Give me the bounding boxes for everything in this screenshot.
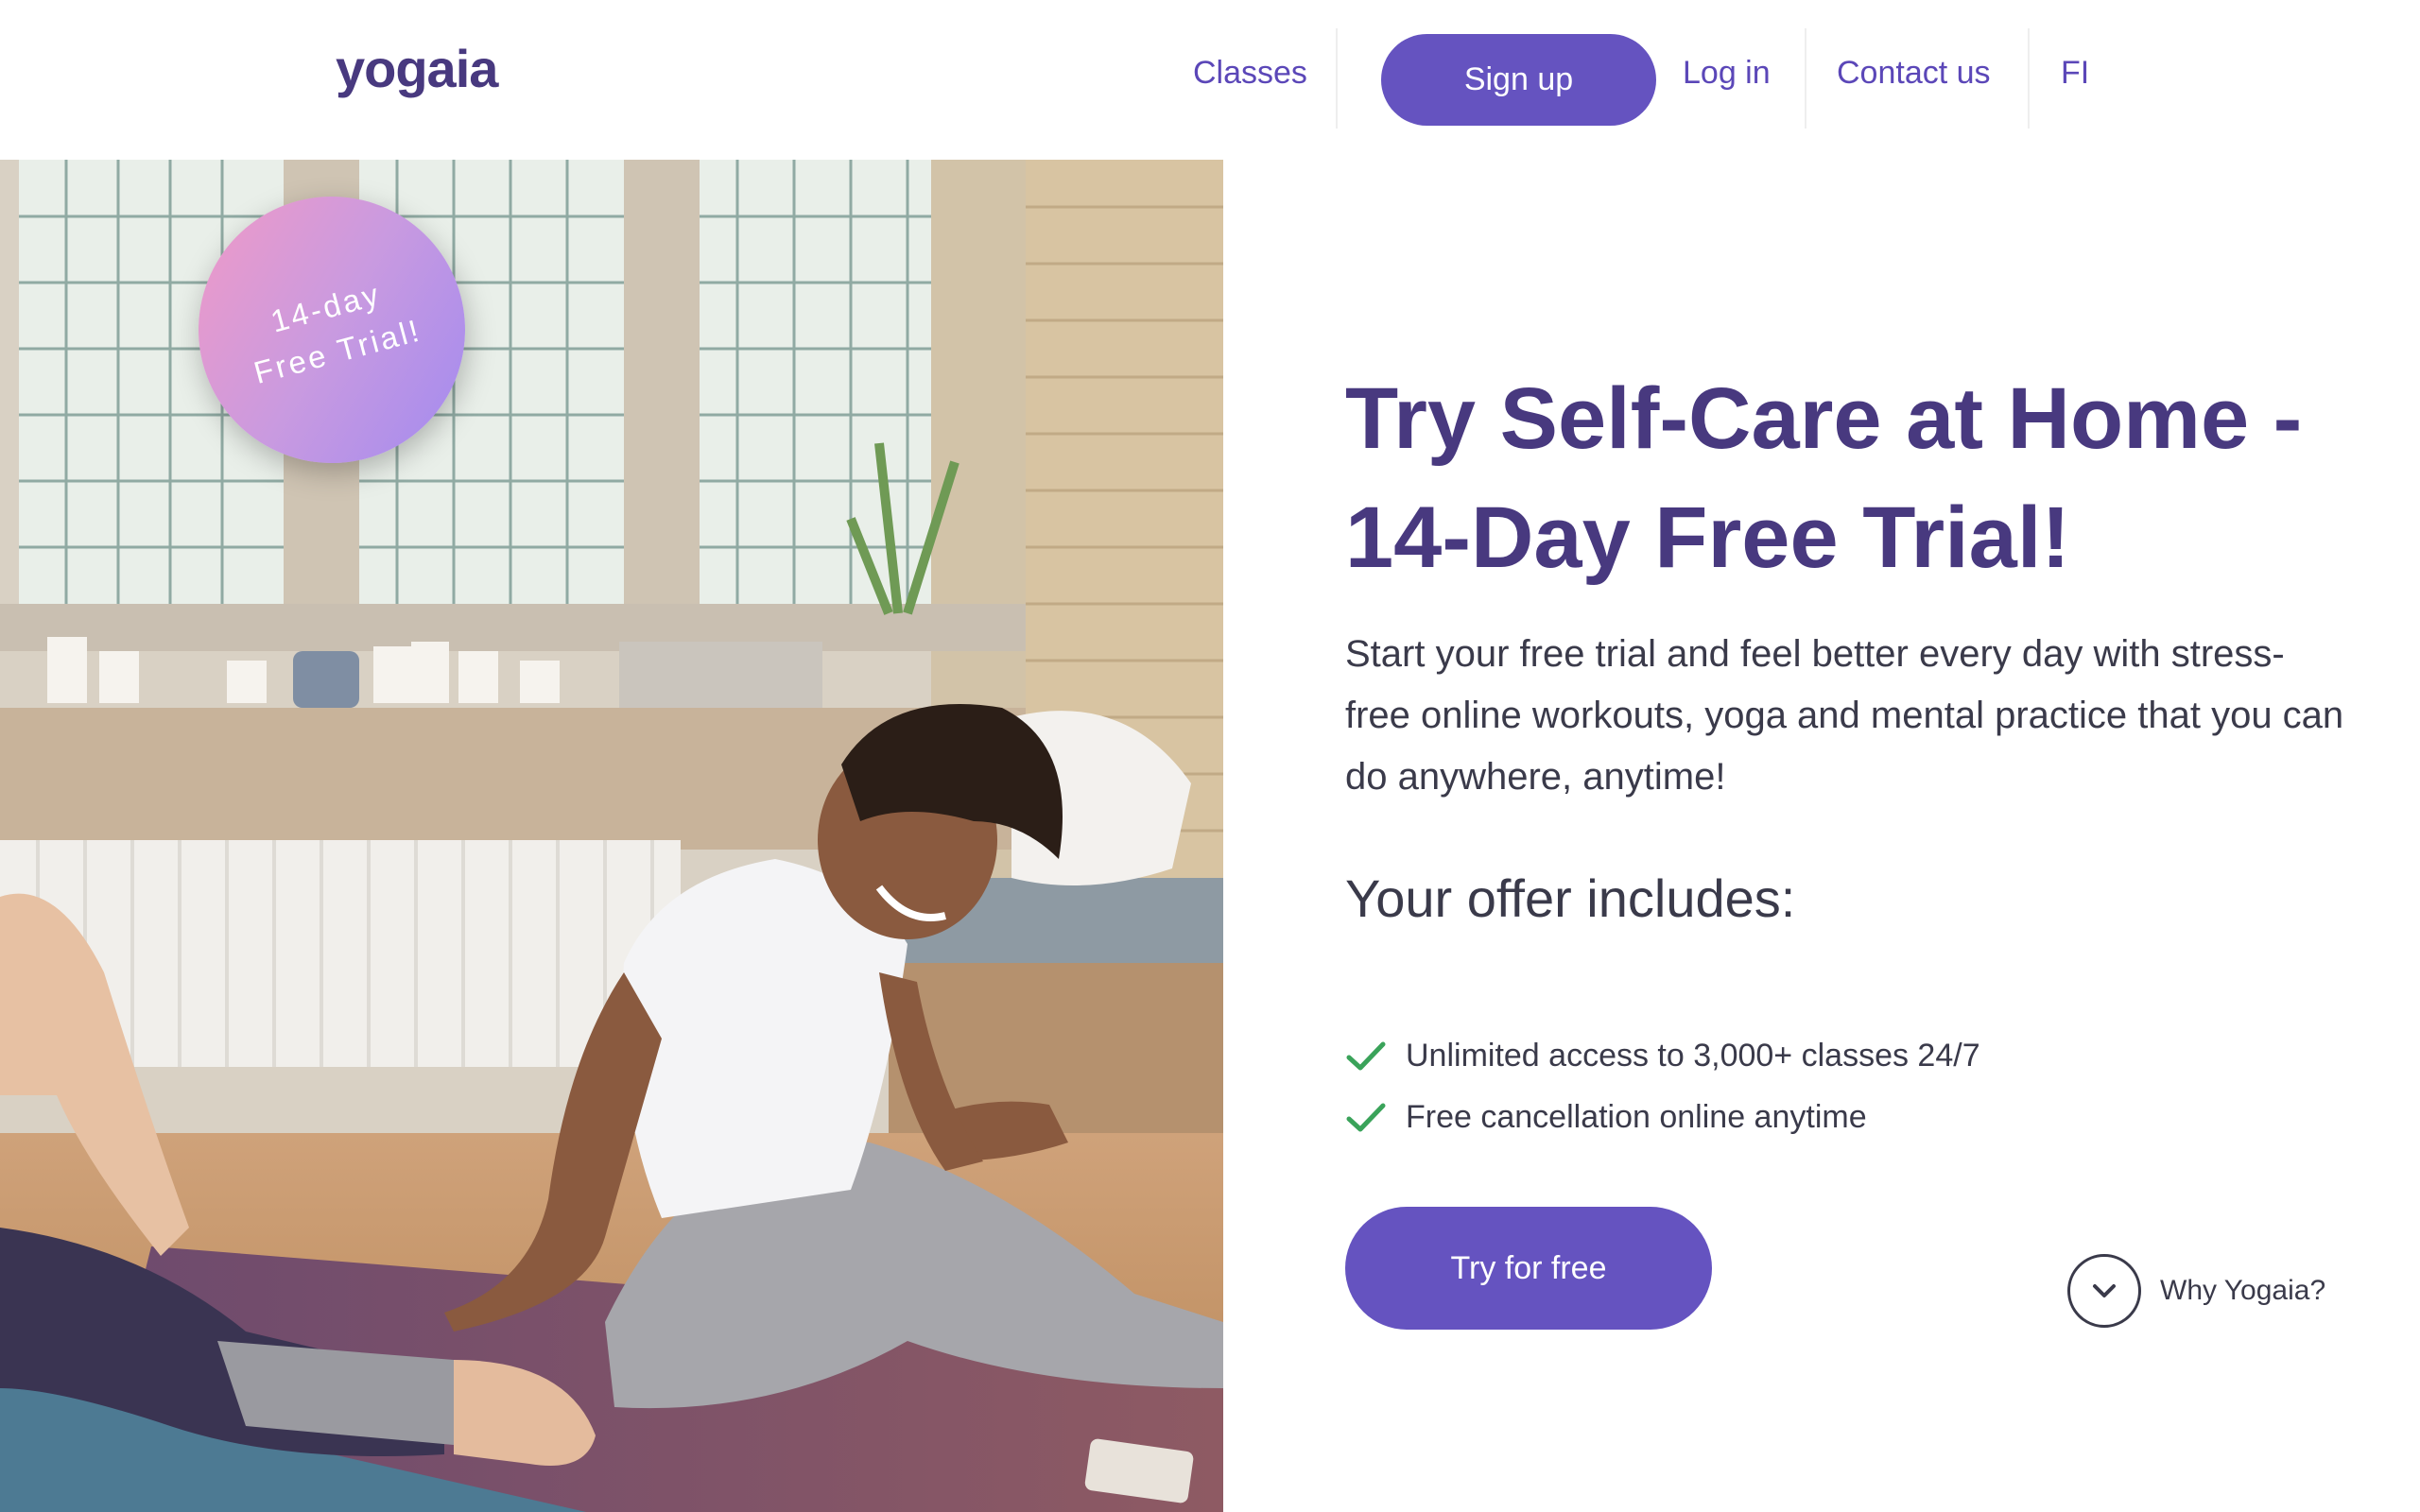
offer-item-label: Free cancellation online anytime — [1406, 1099, 1867, 1135]
site-header: yogaia Classes Sign up Log in Contact us… — [0, 0, 2420, 160]
offer-item: Unlimited access to 3,000+ classes 24/7 — [1345, 1025, 1980, 1087]
nav-language[interactable]: FI — [2061, 55, 2089, 92]
signup-button[interactable]: Sign up — [1381, 34, 1656, 126]
nav-divider — [1805, 28, 1806, 129]
nav-divider — [2028, 28, 2030, 129]
scroll-down-button[interactable] — [2067, 1254, 2141, 1328]
try-for-free-button[interactable]: Try for free — [1345, 1207, 1712, 1330]
nav-classes[interactable]: Classes — [1193, 55, 1307, 92]
title-line-1: Try Self-Care at Home - — [1345, 370, 2303, 467]
offer-item: Free cancellation online anytime — [1345, 1087, 1980, 1148]
hero-description: Start your free trial and feel better ev… — [1345, 633, 2344, 798]
page-title: Try Self-Care at Home - 14-Day Free Tria… — [1345, 359, 2385, 597]
chevron-down-icon — [2093, 1284, 2116, 1297]
why-yogaia-label[interactable]: Why Yogaia? — [2160, 1275, 2325, 1307]
nav-divider — [1336, 28, 1338, 129]
hero-photo — [0, 160, 1223, 1512]
why-yogaia-link[interactable]: Why Yogaia? — [2067, 1254, 2325, 1328]
title-line-2: 14-Day Free Trial! — [1345, 490, 2071, 586]
offer-list: Unlimited access to 3,000+ classes 24/7 … — [1345, 1025, 1980, 1148]
offer-heading: Your offer includes: — [1345, 868, 1796, 928]
logo[interactable]: yogaia — [336, 38, 498, 99]
nav-login[interactable]: Log in — [1683, 55, 1771, 92]
check-icon — [1346, 1041, 1386, 1070]
nav-contact[interactable]: Contact us — [1837, 55, 1991, 92]
check-icon — [1346, 1103, 1386, 1131]
offer-item-label: Unlimited access to 3,000+ classes 24/7 — [1406, 1038, 1980, 1074]
